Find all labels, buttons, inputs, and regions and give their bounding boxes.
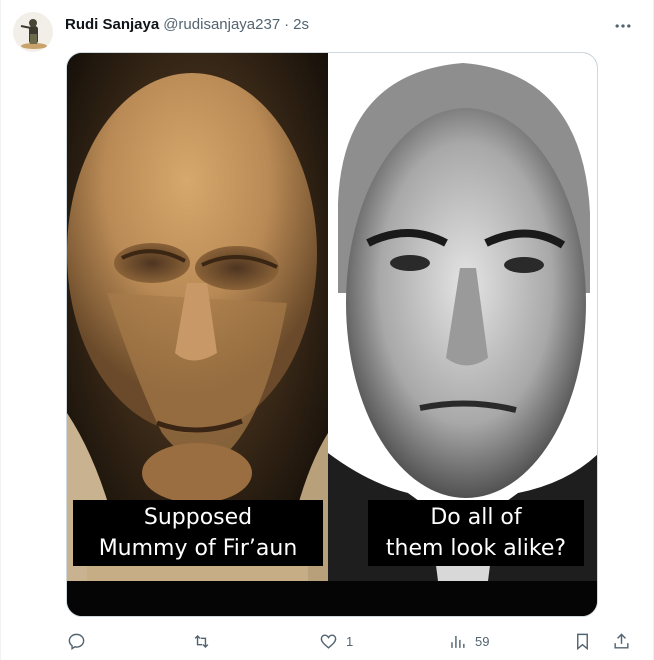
- like-button[interactable]: 1: [319, 632, 353, 651]
- timestamp[interactable]: 2s: [293, 15, 309, 35]
- media-bottom-strip: [67, 581, 597, 616]
- retweet-button[interactable]: [192, 632, 219, 651]
- right-caption: Do all of them look alike?: [368, 500, 584, 566]
- left-caption-line-2: Mummy of Fir’aun: [98, 536, 298, 561]
- user-handle[interactable]: @rudisanjaya237: [163, 15, 280, 35]
- more-icon: [615, 24, 631, 28]
- views-count: 59: [475, 633, 490, 649]
- avatar[interactable]: [13, 12, 53, 52]
- right-caption-line-1: Do all of: [430, 505, 522, 530]
- retweet-icon: [194, 634, 209, 648]
- more-button[interactable]: [611, 14, 635, 38]
- left-caption-line-1: Supposed: [143, 505, 253, 530]
- share-button[interactable]: [612, 632, 631, 651]
- tweet[interactable]: Rudi Sanjaya @rudisanjaya237 · 2s Suppos…: [0, 0, 654, 660]
- like-count: 1: [346, 633, 354, 649]
- share-icon: [614, 632, 629, 649]
- tweet-header: Rudi Sanjaya @rudisanjaya237 · 2s: [65, 15, 633, 35]
- display-name[interactable]: Rudi Sanjaya: [65, 15, 159, 35]
- portrait-photo: Do all of them look alike?: [328, 53, 597, 581]
- bookmark-icon: [577, 633, 588, 650]
- reply-icon: [68, 633, 85, 650]
- mummy-photo: Supposed Mummy of Fir’aun: [67, 53, 328, 581]
- like-icon: [320, 633, 337, 649]
- reply-button[interactable]: [67, 632, 94, 651]
- separator-dot: ·: [284, 16, 290, 33]
- left-caption: Supposed Mummy of Fir’aun: [73, 500, 323, 566]
- avatar-figure-image: [20, 19, 47, 49]
- bookmark-button[interactable]: [573, 632, 592, 651]
- media-image[interactable]: Supposed Mummy of Fir’aun Do all of them…: [66, 52, 598, 617]
- tweet-actions: 1 59: [65, 626, 633, 656]
- views-button[interactable]: 59: [448, 632, 489, 651]
- right-caption-line-2: them look alike?: [385, 536, 567, 561]
- views-icon: [451, 635, 465, 648]
